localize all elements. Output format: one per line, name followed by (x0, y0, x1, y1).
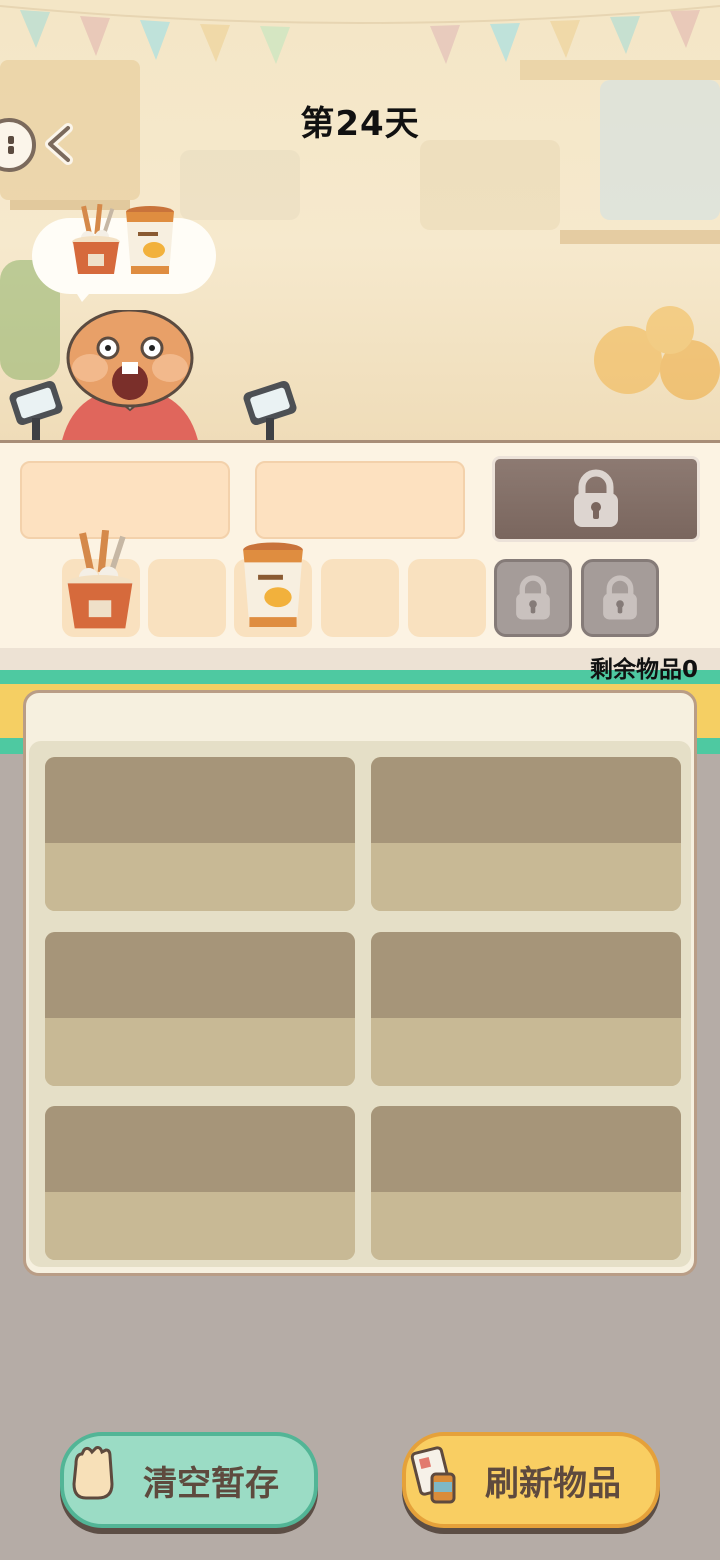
lock-icon (574, 469, 618, 527)
pos-scanner-left (9, 380, 63, 445)
hamster-customer (61, 310, 199, 445)
temp-slot-6-locked[interactable] (494, 559, 572, 637)
refresh-items-label: 刷新物品 (485, 1463, 621, 1504)
hand-sweep-icon (72, 1446, 114, 1500)
mango-ice-cream-icon[interactable] (236, 540, 310, 632)
checkout-slot-1[interactable] (20, 461, 230, 539)
snack-box-icon (410, 1446, 456, 1504)
shelf-cell-4[interactable] (371, 932, 681, 1086)
shop-scene: 第24天 (0, 0, 720, 445)
oden-cup-icon (72, 204, 120, 274)
lock-icon (516, 575, 550, 620)
mango-ice-cream-icon (126, 206, 174, 274)
day-title: 第24天 (300, 104, 420, 144)
shelf-cell-3[interactable] (45, 932, 355, 1086)
shelf-cell-5[interactable] (45, 1106, 355, 1260)
temp-slot-7-locked[interactable] (581, 559, 659, 637)
menu-dots-icon (8, 136, 14, 154)
lock-icon (603, 575, 637, 620)
clear-storage-button[interactable]: 清空暂存 (60, 1432, 318, 1528)
temp-slot-2[interactable] (148, 559, 226, 637)
checkout-slot-locked[interactable] (492, 456, 700, 542)
refresh-items-button[interactable]: 刷新物品 (402, 1432, 660, 1528)
checkout-slot-2[interactable] (255, 461, 465, 539)
shelf-cell-1[interactable] (45, 757, 355, 911)
shelf-cell-2[interactable] (371, 757, 681, 911)
oden-cup-icon[interactable] (62, 530, 138, 634)
temp-slot-5[interactable] (408, 559, 486, 637)
item-shelf-grid (29, 741, 691, 1267)
shelf-cell-6[interactable] (371, 1106, 681, 1260)
pos-scanner-right (243, 380, 297, 445)
temp-slot-4[interactable] (321, 559, 399, 637)
back-arrow-icon[interactable] (40, 122, 80, 166)
item-shelf-panel (23, 690, 697, 1276)
remaining-items-label: 剩余物品0 (589, 657, 698, 683)
speech-bubble-tail (72, 286, 96, 302)
clear-storage-label: 清空暂存 (143, 1463, 279, 1504)
